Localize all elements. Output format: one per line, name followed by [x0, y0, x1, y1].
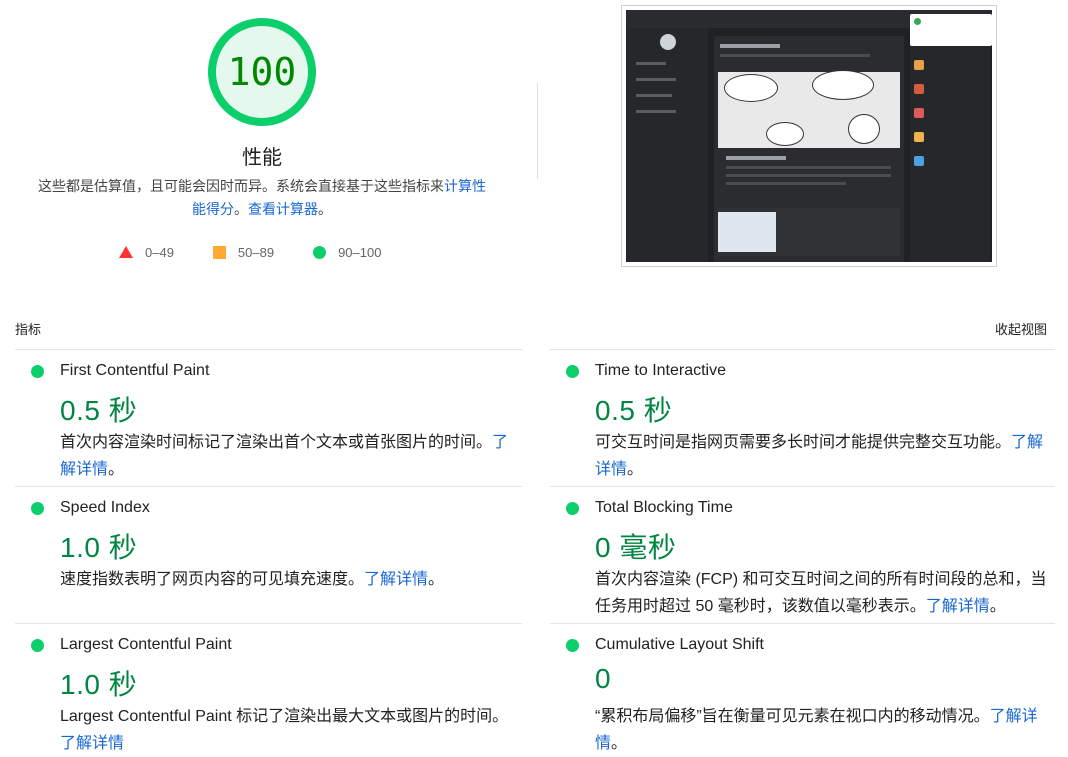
metric-description-text: 速度指数表明了网页内容的可见填充速度。	[60, 571, 365, 588]
pass-circle-icon	[31, 639, 44, 652]
metric-title: First Contentful Paint	[60, 362, 210, 379]
preview-speech-bubble	[724, 74, 778, 102]
learn-more-link[interactable]: 了解详情	[60, 735, 124, 752]
performance-score-value: 100	[227, 50, 297, 94]
category-title: 性能	[242, 147, 282, 169]
metric-description-text: 首次内容渲染时间标记了渲染出首个文本或首张图片的时间。	[60, 434, 493, 451]
divider	[550, 349, 1055, 350]
learn-more-link[interactable]: 了解详情	[926, 598, 990, 615]
preview-avatar	[660, 34, 676, 50]
divider	[15, 486, 522, 487]
metric-description-end: 。	[428, 571, 445, 588]
preview-right-sidebar	[910, 46, 990, 262]
preview-notification	[910, 14, 992, 46]
final-screenshot-thumbnail[interactable]	[621, 5, 997, 267]
metric-description: 速度指数表明了网页内容的可见填充速度。了解详情。	[60, 566, 512, 593]
metric-title: Speed Index	[60, 499, 150, 516]
metric-value: 0 毫秒	[595, 532, 677, 563]
legend-average-label: 50–89	[237, 244, 275, 260]
preview-sidebar-line	[636, 94, 672, 97]
preview-subtitle	[720, 54, 870, 57]
metric-description: 可交互时间是指网页需要多长时间才能提供完整交互功能。了解详情。	[595, 429, 1047, 483]
preview-thumb-square	[914, 132, 924, 142]
metric-value: 1.0 秒	[60, 532, 138, 563]
pass-circle-icon	[31, 502, 44, 515]
pass-circle-icon	[313, 245, 327, 259]
collapse-view-toggle[interactable]: 收起视图	[995, 319, 1047, 338]
description-separator: 。	[234, 201, 248, 217]
pass-circle-icon	[31, 365, 44, 378]
metric-description: 首次内容渲染 (FCP) 和可交互时间之间的所有时间段的总和，当任务用时超过 5…	[595, 566, 1047, 620]
preview-sidebar-line	[636, 78, 676, 81]
metric-title: Cumulative Layout Shift	[595, 636, 764, 653]
preview-thumb-square	[914, 156, 924, 166]
metric-value: 1.0 秒	[60, 669, 138, 700]
legend-fail-label: 0–49	[145, 244, 174, 260]
legend-pass-label: 90–100	[338, 244, 382, 260]
divider	[15, 623, 522, 624]
preview-second-post-image	[718, 212, 776, 252]
metric-description-end: 。	[989, 598, 1006, 615]
preview-thumb-square	[914, 60, 924, 70]
preview-speech-bubble	[812, 70, 874, 100]
page-preview-image	[626, 10, 992, 262]
pass-circle-icon	[566, 365, 579, 378]
preview-sidebar-line	[636, 62, 666, 65]
preview-speech-bubble	[848, 114, 880, 144]
description-period: 。	[318, 201, 332, 217]
header-divider	[537, 83, 538, 179]
pass-circle-icon	[566, 502, 579, 515]
legend-pass: 90–100	[313, 245, 381, 260]
divider	[550, 486, 1055, 487]
preview-thumb-square	[914, 84, 924, 94]
metric-title: Time to Interactive	[595, 362, 727, 379]
metric-title: Largest Contentful Paint	[60, 636, 232, 653]
divider	[15, 349, 522, 350]
legend-average: 50–89	[212, 244, 275, 260]
score-description: 这些都是估算值，且可能会因时而异。系统会直接基于这些指标来计算性能得分。查看计算…	[32, 175, 492, 221]
score-legend: 0–49 50–89 90–100	[119, 243, 420, 261]
preview-post-text	[726, 182, 846, 185]
preview-post-title	[726, 156, 786, 160]
metric-description: 首次内容渲染时间标记了渲染出首个文本或首张图片的时间。了解详情。	[60, 429, 512, 483]
preview-blog-title	[720, 44, 780, 48]
view-calculator-link[interactable]: 查看计算器	[248, 201, 318, 217]
preview-speech-bubble	[766, 122, 804, 146]
average-square-icon	[212, 245, 226, 259]
preview-sidebar-line	[636, 110, 676, 113]
metric-description: Largest Contentful Paint 标记了渲染出最大文本或图片的时…	[60, 703, 512, 757]
metrics-header-label: 指标	[15, 322, 42, 337]
metric-value: 0.5 秒	[595, 395, 673, 426]
metric-description: “累积布局偏移”旨在衡量可见元素在视口内的移动情况。了解详情。	[595, 703, 1047, 757]
metric-description-text: “累积布局偏移”旨在衡量可见元素在视口内的移动情况。	[595, 708, 990, 725]
preview-post-text	[726, 174, 891, 177]
metric-value: 0	[595, 663, 612, 694]
metric-description-end: 。	[108, 461, 125, 478]
metric-description-text: Largest Contentful Paint 标记了渲染出最大文本或图片的时…	[60, 708, 509, 725]
legend-fail: 0–49	[119, 245, 174, 260]
pass-circle-icon	[566, 639, 579, 652]
divider	[550, 623, 1055, 624]
performance-score-gauge: 100	[207, 17, 317, 127]
fail-triangle-icon	[119, 246, 133, 258]
metric-description-end: 。	[611, 735, 628, 752]
learn-more-link[interactable]: 了解详情	[364, 571, 428, 588]
metric-description-end: 。	[627, 461, 644, 478]
metric-description-text: 可交互时间是指网页需要多长时间才能提供完整交互功能。	[595, 434, 1012, 451]
score-description-text: 这些都是估算值，且可能会因时而异。系统会直接基于这些指标来	[38, 178, 444, 194]
preview-post-text	[726, 166, 891, 169]
metric-title: Total Blocking Time	[595, 499, 733, 516]
preview-thumb-square	[914, 108, 924, 118]
metric-value: 0.5 秒	[60, 395, 138, 426]
preview-check-icon	[914, 18, 921, 25]
